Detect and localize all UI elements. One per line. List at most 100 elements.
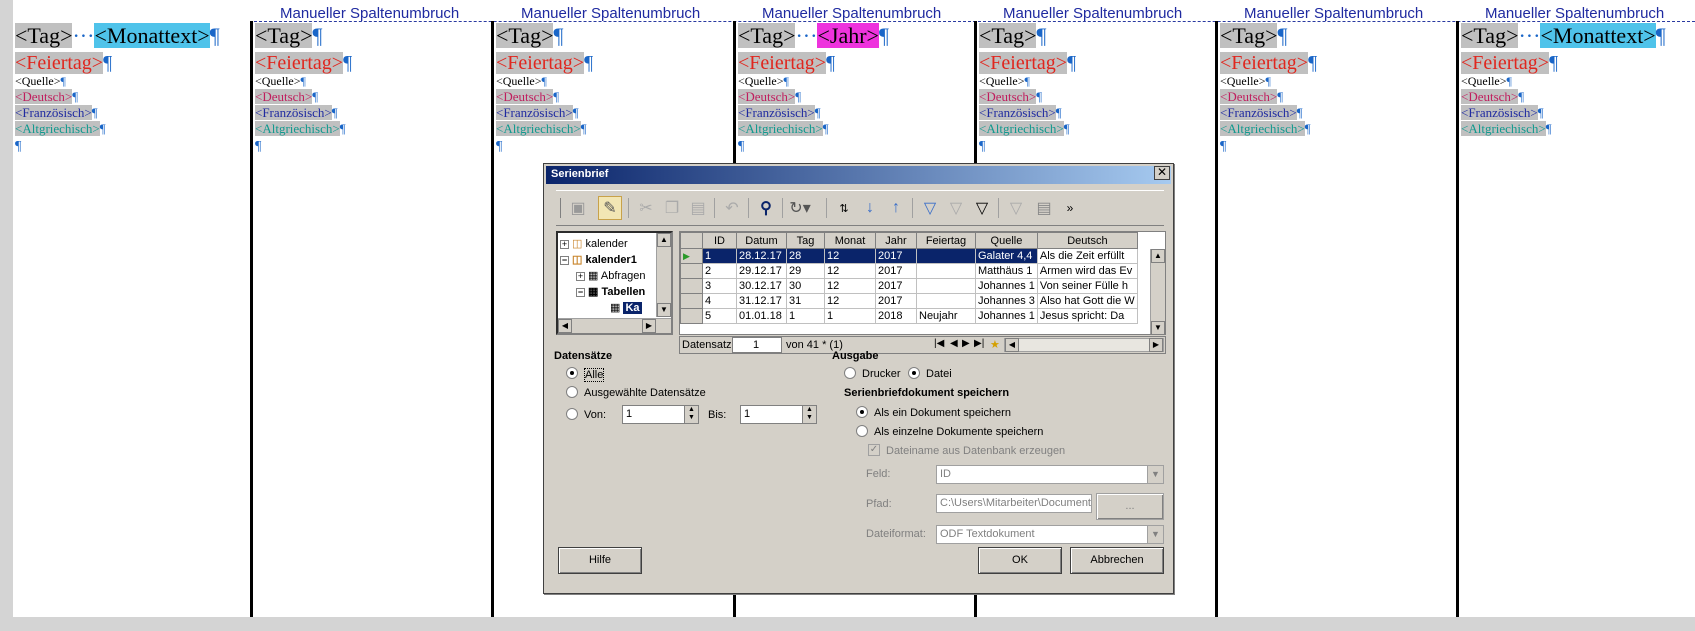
table-cell[interactable]: 31.12.17 bbox=[736, 293, 787, 309]
scroll-up-icon[interactable]: ▲ bbox=[657, 233, 671, 247]
table-cell[interactable]: 12 bbox=[824, 278, 876, 294]
new-record-icon[interactable]: ★ bbox=[990, 338, 1000, 351]
field-quelle[interactable]: <Quelle> bbox=[738, 74, 784, 88]
filename-from-db-checkbox[interactable]: ✓ bbox=[868, 444, 880, 456]
table-row[interactable]: 5 01.01.18 1 1 2018 Neujahr Johannes 1 J… bbox=[680, 308, 1138, 324]
field-feiertag[interactable]: <Feiertag> bbox=[979, 52, 1068, 74]
field-franzoesisch[interactable]: <Französisch> bbox=[1220, 105, 1297, 120]
field-deutsch[interactable]: <Deutsch> bbox=[496, 89, 554, 104]
save-as-one-radio[interactable] bbox=[856, 406, 868, 418]
field-feiertag[interactable]: <Feiertag> bbox=[738, 52, 827, 74]
field-quelle[interactable]: <Quelle> bbox=[1220, 74, 1266, 88]
next-record-icon[interactable]: ▶ bbox=[962, 338, 970, 349]
column-header[interactable]: Monat bbox=[824, 232, 876, 249]
sort-icon[interactable]: ⇅ bbox=[832, 196, 856, 220]
datasource-tree[interactable]: + ◫ kalender − ◫ kalender1 + ▦ Abfragen − ▦ … bbox=[556, 231, 673, 335]
text-column-7[interactable]: <Tag>···<Monattext>¶ <Feiertag>¶ <Quelle… bbox=[1459, 21, 1695, 617]
field-monattext[interactable]: <Monattext> bbox=[94, 23, 210, 48]
grid-vertical-scrollbar[interactable]: ▲ ▼ bbox=[1150, 249, 1165, 334]
table-cell[interactable]: 2017 bbox=[875, 263, 917, 279]
column-header[interactable]: Quelle bbox=[975, 232, 1038, 249]
field-quelle[interactable]: <Quelle> bbox=[255, 74, 301, 88]
scroll-right-icon[interactable]: ▶ bbox=[642, 319, 656, 333]
save-individual-radio[interactable] bbox=[856, 425, 868, 437]
range-from-input[interactable]: 1 ▲ ▼ bbox=[622, 405, 699, 424]
close-button[interactable]: ✕ bbox=[1154, 166, 1170, 180]
table-cell[interactable]: Johannes 3 bbox=[975, 293, 1038, 309]
all-records-label[interactable]: Alle bbox=[584, 368, 605, 382]
autofilter-icon[interactable]: ▽ bbox=[918, 196, 942, 220]
undo-icon[interactable]: ↶ bbox=[720, 196, 744, 220]
table-cell[interactable] bbox=[916, 248, 976, 264]
table-row[interactable]: 4 31.12.17 31 12 2017 Johannes 3 Also ha… bbox=[680, 293, 1138, 309]
standard-filter-icon[interactable]: ▽ bbox=[944, 196, 968, 220]
table-cell[interactable]: Armen wird das Ev bbox=[1036, 263, 1138, 279]
tree-item-kalender[interactable]: + ◫ kalender bbox=[560, 237, 628, 250]
table-cell[interactable]: 1 bbox=[824, 308, 876, 324]
row-header[interactable] bbox=[680, 278, 703, 294]
paste-icon[interactable]: ▤ bbox=[686, 196, 710, 220]
scroll-left-icon[interactable]: ◀ bbox=[1005, 338, 1019, 352]
table-cell[interactable]: 2018 bbox=[875, 308, 917, 324]
field-deutsch[interactable]: <Deutsch> bbox=[979, 89, 1037, 104]
grid-horizontal-scrollbar[interactable]: ◀ ▶ bbox=[1004, 338, 1164, 352]
scroll-up-icon[interactable]: ▲ bbox=[1151, 249, 1165, 263]
table-cell[interactable]: 29.12.17 bbox=[736, 263, 787, 279]
field-altgriechisch[interactable]: <Altgriechisch> bbox=[255, 121, 340, 136]
column-header[interactable]: Tag bbox=[786, 232, 825, 249]
collapse-icon[interactable]: − bbox=[560, 255, 569, 265]
file-radio[interactable] bbox=[908, 367, 920, 379]
ok-button[interactable]: OK bbox=[978, 547, 1062, 574]
row-header[interactable] bbox=[680, 308, 703, 324]
table-cell[interactable]: Johannes 1 bbox=[975, 308, 1038, 324]
tree-item-table-selected[interactable]: ▦ Ka bbox=[610, 301, 642, 314]
range-from-label[interactable]: Von: bbox=[584, 409, 606, 421]
field-tag[interactable]: <Tag> bbox=[15, 23, 73, 48]
expand-icon[interactable]: + bbox=[560, 239, 569, 249]
file-label[interactable]: Datei bbox=[926, 368, 952, 380]
expand-icon[interactable]: + bbox=[576, 271, 585, 281]
all-records-radio[interactable] bbox=[566, 367, 578, 379]
field-feiertag[interactable]: <Feiertag> bbox=[496, 52, 585, 74]
tree-horizontal-scrollbar[interactable]: ◀ ▶ bbox=[558, 318, 671, 333]
field-franzoesisch[interactable]: <Französisch> bbox=[496, 105, 573, 120]
printer-radio[interactable] bbox=[844, 367, 856, 379]
field-feiertag[interactable]: <Feiertag> bbox=[15, 52, 104, 74]
refresh-icon[interactable]: ↻▾ bbox=[788, 196, 812, 220]
field-select[interactable]: ID ▼ bbox=[936, 465, 1164, 484]
table-row[interactable]: 2 29.12.17 29 12 2017 Matthäus 1 Armen w… bbox=[680, 263, 1138, 279]
table-cell[interactable]: 29 bbox=[786, 263, 825, 279]
field-tag[interactable]: <Tag> bbox=[1220, 23, 1278, 48]
field-altgriechisch[interactable]: <Altgriechisch> bbox=[738, 121, 823, 136]
field-tag[interactable]: <Tag> bbox=[496, 23, 554, 48]
text-column-2[interactable]: <Tag>¶ <Feiertag>¶ <Quelle>¶ <Deutsch>¶ … bbox=[253, 21, 491, 617]
field-altgriechisch[interactable]: <Altgriechisch> bbox=[979, 121, 1064, 136]
field-quelle[interactable]: <Quelle> bbox=[496, 74, 542, 88]
copy-icon[interactable]: ❐ bbox=[660, 196, 684, 220]
spin-arrows-icon[interactable]: ▲ ▼ bbox=[802, 406, 816, 423]
table-cell[interactable]: 1 bbox=[702, 248, 737, 264]
more-icon[interactable]: » bbox=[1058, 196, 1082, 220]
browse-button[interactable]: ... bbox=[1096, 493, 1164, 520]
row-header[interactable] bbox=[680, 293, 703, 309]
table-cell[interactable] bbox=[916, 293, 976, 309]
table-cell[interactable]: 2017 bbox=[875, 248, 917, 264]
current-row-icon[interactable]: ▶ bbox=[680, 248, 703, 264]
table-cell[interactable]: 31 bbox=[786, 293, 825, 309]
file-format-select[interactable]: ODF Textdokument ▼ bbox=[936, 525, 1164, 544]
field-altgriechisch[interactable]: <Altgriechisch> bbox=[496, 121, 581, 136]
table-cell[interactable]: 5 bbox=[702, 308, 737, 324]
filter-icon[interactable]: ▽ bbox=[970, 196, 994, 220]
field-franzoesisch[interactable]: <Französisch> bbox=[15, 105, 92, 120]
table-cell[interactable]: 2017 bbox=[875, 278, 917, 294]
field-feiertag[interactable]: <Feiertag> bbox=[1461, 52, 1550, 74]
column-header[interactable]: Datum bbox=[736, 232, 787, 249]
table-cell[interactable]: Also hat Gott die W bbox=[1036, 293, 1138, 309]
chevron-down-icon[interactable]: ▼ bbox=[1147, 466, 1163, 483]
field-tag[interactable]: <Tag> bbox=[1461, 23, 1519, 48]
last-record-icon[interactable]: ▶| bbox=[974, 338, 984, 349]
field-deutsch[interactable]: <Deutsch> bbox=[15, 89, 73, 104]
range-from-radio[interactable] bbox=[566, 408, 578, 420]
field-quelle[interactable]: <Quelle> bbox=[979, 74, 1025, 88]
field-quelle[interactable]: <Quelle> bbox=[1461, 74, 1507, 88]
